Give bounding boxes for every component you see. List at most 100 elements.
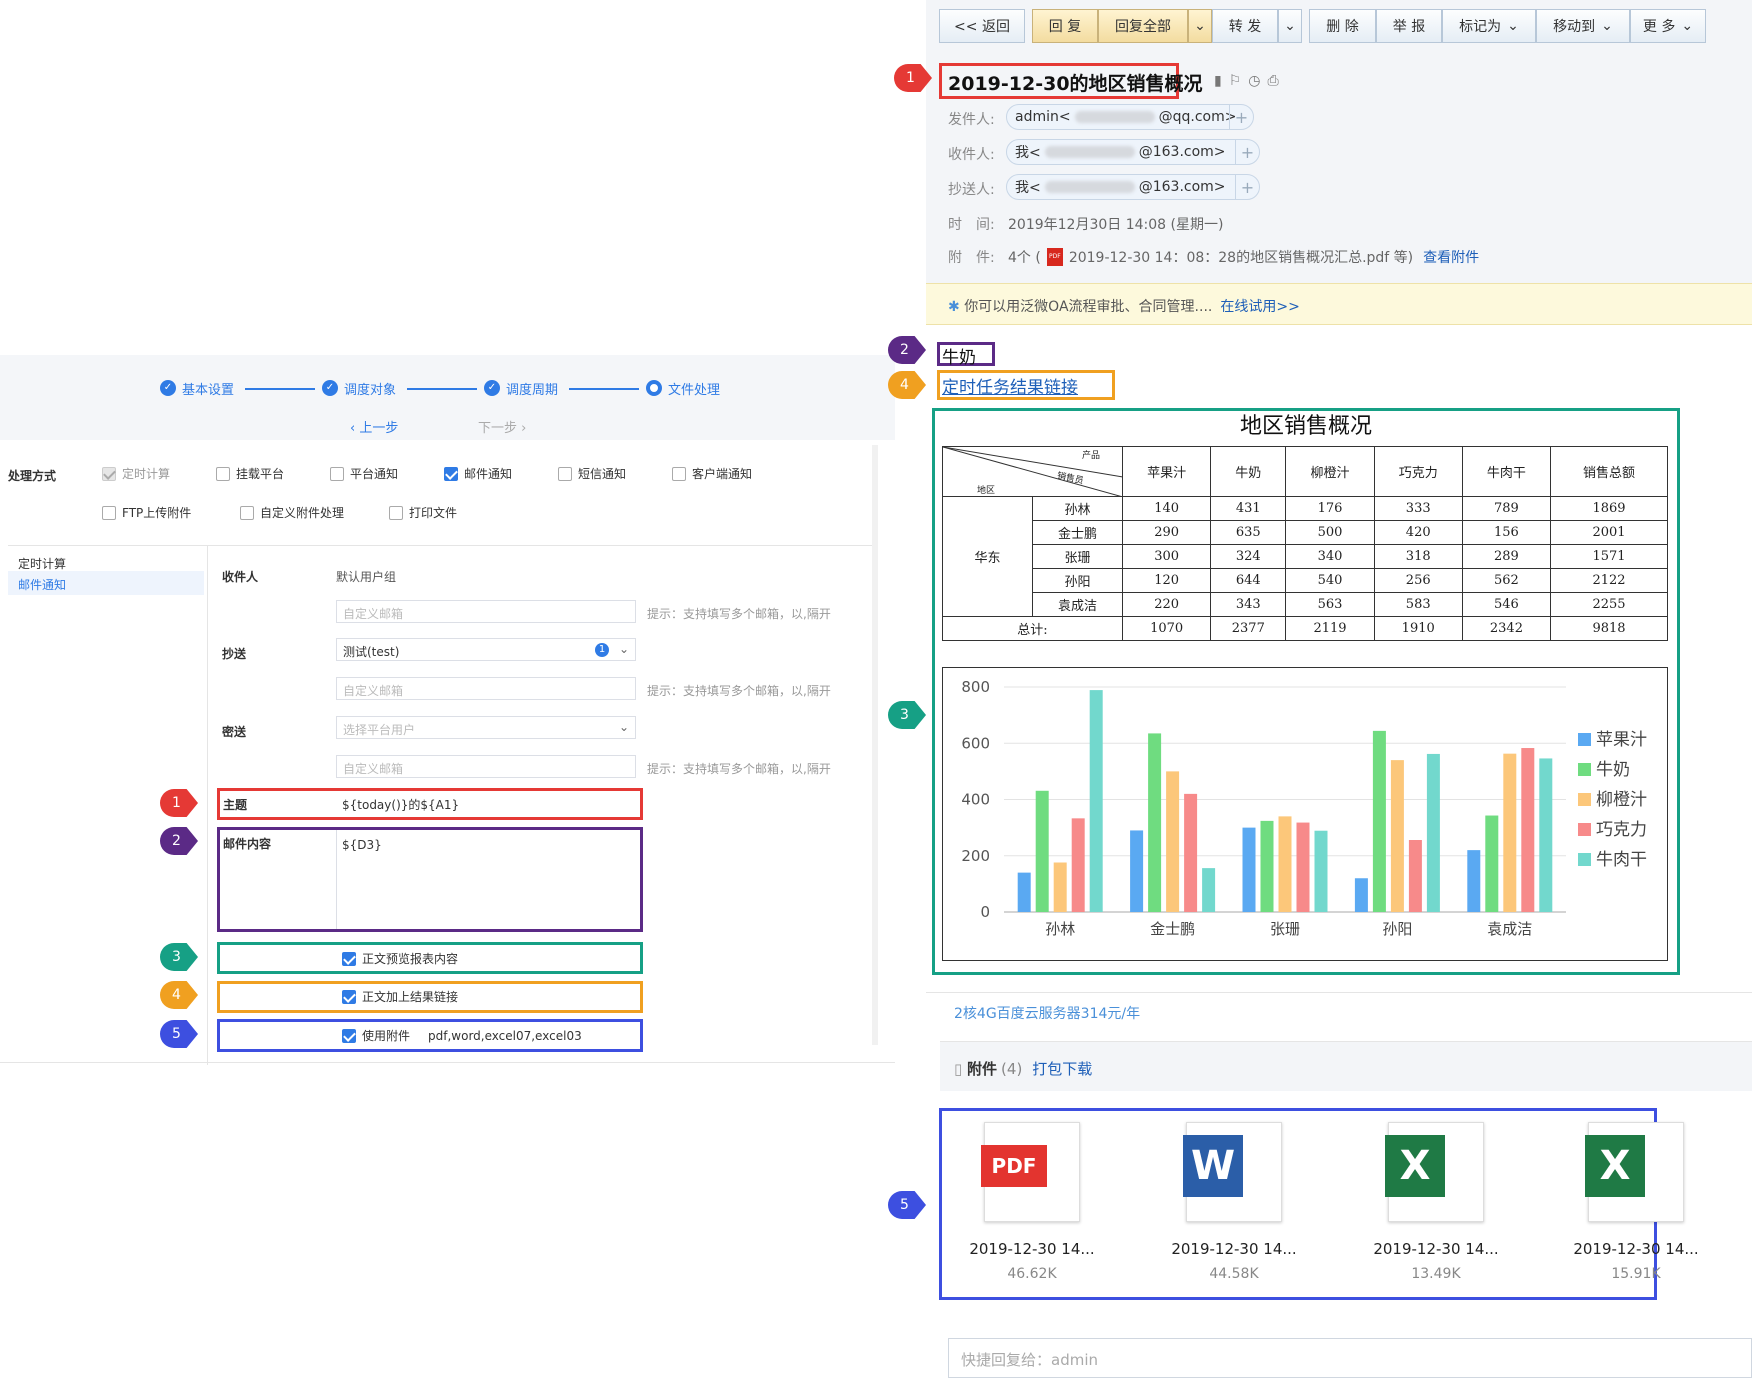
attach-label: 附 件: [948, 250, 995, 266]
download-all-link[interactable]: 打包下载 [1032, 1060, 1092, 1078]
option-timed-calc[interactable]: 定时计算 [102, 465, 170, 482]
mark-as-button[interactable]: 标记为 ⌄ [1442, 9, 1536, 43]
option-mail-notify[interactable]: 邮件通知 [444, 465, 512, 482]
forward-button[interactable]: 转 发 [1212, 9, 1278, 43]
attachment-excel[interactable]: X 2019-12-30 14... 13.49K [1366, 1118, 1506, 1282]
checkbox[interactable] [342, 1028, 356, 1043]
attachment-pdf[interactable]: PDF 2019-12-30 14... 46.62K [962, 1118, 1102, 1282]
plus-icon[interactable]: + [1229, 105, 1253, 129]
checkbox[interactable] [342, 989, 356, 1004]
table-cell: 635 [1210, 520, 1287, 545]
back-button[interactable]: << 返回 [939, 9, 1025, 43]
attachment-name: 2019-12-30 14... [969, 1240, 1095, 1258]
to-address[interactable]: 我< @163.com> + [1006, 139, 1260, 165]
option-use-attach[interactable]: 使用附件 pdf,word,excel07,excel03 [342, 1027, 582, 1044]
clock-icon[interactable]: ◷ [1248, 73, 1267, 89]
step-period[interactable]: ✓ 调度周期 [484, 377, 558, 399]
print-icon[interactable]: ⎙ [1268, 73, 1286, 89]
table-row: 孙阳 120 644 540 256 562 2122 [943, 568, 1668, 593]
table-row: 金士鹏 290 635 500 420 156 2001 [943, 520, 1668, 545]
table-cell: 140 [1121, 496, 1212, 521]
table-cell: 156 [1461, 520, 1552, 545]
side-menu-mail-notify[interactable]: 邮件通知 [18, 576, 66, 593]
prev-step-button[interactable]: ‹ 上一步 [350, 417, 398, 436]
checkbox[interactable] [342, 951, 356, 966]
bcc-label: 密送 [222, 725, 247, 739]
plus-icon[interactable]: + [1235, 140, 1259, 164]
option-preview-report[interactable]: 正文预览报表内容 [342, 950, 458, 967]
view-attachments-link[interactable]: 查看附件 [1423, 247, 1479, 267]
option-sms-notify[interactable]: 短信通知 [558, 465, 626, 482]
option-print-file[interactable]: 打印文件 [389, 504, 457, 521]
checkbox[interactable] [216, 466, 230, 481]
salesperson-cell: 金士鹏 [1032, 520, 1123, 545]
plus-icon[interactable]: + [1235, 175, 1259, 199]
total-label-cell: 总计: [942, 616, 1123, 641]
move-to-button[interactable]: 移动到 ⌄ [1536, 9, 1630, 43]
option-ftp-upload[interactable]: FTP上传附件 [102, 504, 191, 521]
option-mount-platform[interactable]: 挂载平台 [216, 465, 284, 482]
side-menu-timed-calc[interactable]: 定时计算 [18, 555, 66, 572]
bar [1202, 868, 1216, 912]
chevron-down-icon: ⌄ [1681, 18, 1694, 34]
attachment-excel[interactable]: X 2019-12-30 14... 15.91K [1566, 1118, 1706, 1282]
checkbox[interactable] [672, 466, 686, 481]
total-cell: 2119 [1285, 616, 1375, 641]
reply-button[interactable]: 回 复 [1032, 9, 1098, 43]
body-textarea[interactable]: ${D3} [342, 838, 382, 852]
table-cell: 289 [1461, 544, 1552, 569]
checkbox[interactable] [102, 466, 116, 481]
table-cell: 318 [1373, 544, 1463, 569]
cc-address[interactable]: 我< @163.com> + [1006, 174, 1260, 200]
checkbox[interactable] [444, 466, 458, 481]
checkbox[interactable] [389, 505, 403, 520]
option-result-link[interactable]: 正文加上结果链接 [342, 988, 458, 1005]
bookmark-icon[interactable]: ▮ [1214, 73, 1229, 89]
total-cell: 2342 [1461, 616, 1552, 641]
table-header-cell: 巧克力 [1373, 446, 1463, 497]
bcc-select[interactable]: 选择平台用户 ⌄ [336, 716, 636, 739]
option-client-notify[interactable]: 客户端通知 [672, 465, 752, 482]
quick-reply-input[interactable]: 快捷回复给：admin [948, 1338, 1752, 1378]
cc-custom-email[interactable]: 自定义邮箱 [336, 677, 636, 700]
marker-5: 5 [160, 1020, 198, 1048]
step-file[interactable]: 文件处理 [646, 377, 720, 399]
step-connector [245, 388, 315, 390]
recipient-custom-email[interactable]: 自定义邮箱 [336, 600, 636, 623]
checkbox[interactable] [240, 505, 254, 520]
table-cell: 2001 [1550, 520, 1668, 545]
reply-dropdown-button[interactable]: ⌄ [1188, 9, 1212, 43]
from-address[interactable]: admin< @qq.com> + [1006, 104, 1254, 130]
delete-button[interactable]: 删 除 [1309, 9, 1376, 43]
table-cell: 583 [1373, 592, 1463, 617]
option-platform-notify[interactable]: 平台通知 [330, 465, 398, 482]
x-tick-label: 袁成洁 [1487, 920, 1532, 938]
next-step-button[interactable]: 下一步 › [478, 417, 526, 436]
y-tick-label: 200 [961, 847, 990, 865]
recipient-label: 收件人 [222, 570, 259, 584]
scrollbar[interactable] [872, 445, 878, 1045]
ad-link[interactable]: 2核4G百度云服务器314元/年 [954, 1003, 1140, 1023]
cc-select[interactable]: 测试(test) 1 ⌄ [336, 638, 636, 661]
flag-icon[interactable]: ⚐ [1229, 73, 1249, 89]
time-value: 2019年12月30日 14:08 (星期一) [1008, 217, 1224, 233]
total-cell: 2377 [1210, 616, 1287, 641]
forward-dropdown-button[interactable]: ⌄ [1278, 9, 1302, 43]
checkbox[interactable] [558, 466, 572, 481]
subject-input[interactable]: ${today()}的${A1} [342, 796, 459, 813]
checkbox[interactable] [330, 466, 344, 481]
attachment-word[interactable]: W 2019-12-30 14... 44.58K [1164, 1118, 1304, 1282]
banner-try-link[interactable]: 在线试用>> [1220, 299, 1299, 315]
option-custom-attach[interactable]: 自定义附件处理 [240, 504, 344, 521]
marker-5: 5 [888, 1191, 926, 1219]
step-target[interactable]: ✓ 调度对象 [322, 377, 396, 399]
report-button[interactable]: 举 报 [1376, 9, 1442, 43]
result-link[interactable]: 定时任务结果链接 [942, 373, 1078, 398]
bcc-custom-email[interactable]: 自定义邮箱 [336, 755, 636, 778]
table-total-row: 总计: 1070 2377 2119 1910 2342 9818 [942, 616, 1668, 641]
cc-mail-label: 抄送人: [948, 182, 995, 198]
more-button[interactable]: 更 多 ⌄ [1630, 9, 1706, 43]
checkbox[interactable] [102, 505, 116, 520]
step-basic[interactable]: ✓ 基本设置 [160, 377, 234, 399]
reply-all-button[interactable]: 回复全部 [1098, 9, 1188, 43]
